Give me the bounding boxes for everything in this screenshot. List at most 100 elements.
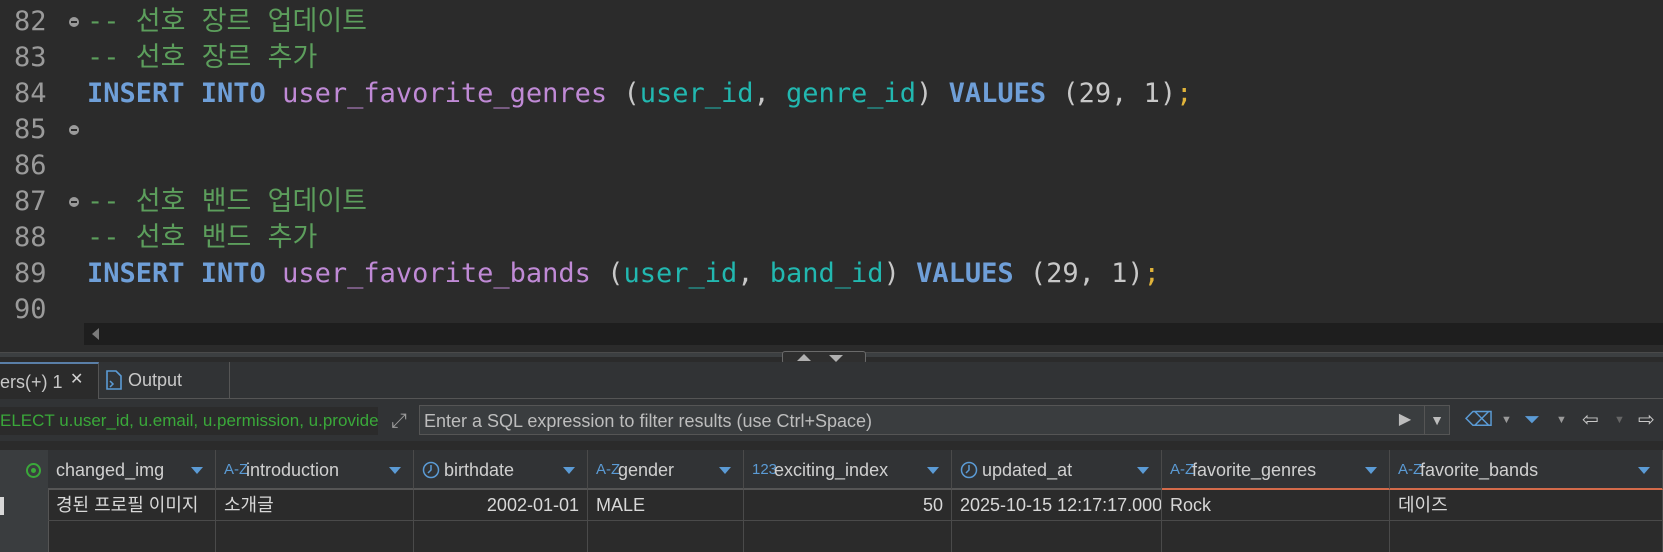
- code-line[interactable]: 83 -- 선호 장르 추가: [0, 40, 1663, 76]
- code-token: (29, 1): [1013, 258, 1144, 289]
- fold-toggle-icon[interactable]: [69, 125, 79, 135]
- fold-toggle-icon[interactable]: [69, 17, 79, 27]
- code-token: -- 선호 장르 업데이트: [87, 6, 367, 37]
- code-token: (: [590, 258, 624, 289]
- column-header-label: introduction: [246, 460, 340, 480]
- filter-expression-input[interactable]: Enter a SQL expression to filter results…: [419, 405, 1429, 435]
- code-line[interactable]: 88 -- 선호 밴드 추가: [0, 220, 1663, 256]
- column-header[interactable]: 123 exciting_index: [744, 450, 952, 490]
- tab-output-label: Output: [128, 370, 183, 390]
- expand-icon[interactable]: ⤢: [386, 409, 412, 433]
- code-line[interactable]: 86: [0, 148, 1663, 184]
- column-header-label: exciting_index: [774, 460, 889, 480]
- table-cell[interactable]: 경된 프로필 이미지: [48, 490, 216, 521]
- sort-dropdown-icon[interactable]: [1365, 467, 1377, 474]
- datetime-type-icon: [960, 450, 978, 488]
- code-text: INSERT INTO user_favorite_genres (user_i…: [87, 76, 1192, 112]
- eraser-icon[interactable]: ⌫: [1465, 407, 1493, 433]
- tab-results[interactable]: ers(+) 1 ✕: [0, 362, 99, 400]
- code-text: -- 선호 장르 업데이트: [87, 4, 367, 40]
- back-arrow-icon[interactable]: ⇦: [1582, 407, 1599, 433]
- line-number: 85: [14, 114, 47, 145]
- close-icon[interactable]: ✕: [70, 360, 83, 400]
- tab-results-label: ers(+) 1: [0, 372, 63, 392]
- filter-history-dropdown[interactable]: ▼: [1424, 405, 1450, 435]
- current-row-marker[interactable]: [0, 497, 4, 515]
- empty-cell: [216, 521, 414, 552]
- code-token: (29, 1): [1046, 78, 1177, 109]
- tab-output[interactable]: Output: [99, 362, 230, 398]
- empty-cell: [952, 521, 1162, 552]
- code-text: -- 선호 밴드 업데이트: [87, 184, 367, 220]
- text-type-icon: A-Z: [224, 461, 249, 478]
- line-number: 87: [14, 186, 47, 217]
- code-token: -- 선호 밴드 추가: [87, 222, 318, 253]
- fold-toggle-icon[interactable]: [69, 197, 79, 207]
- column-header[interactable]: A-Z favorite_genres: [1162, 450, 1390, 490]
- line-number: 86: [14, 150, 47, 181]
- code-line[interactable]: 84 INSERT INTO user_favorite_genres (user…: [0, 76, 1663, 112]
- result-grid[interactable]: changed_img 경된 프로필 이미지 A-Z introduction 소개글 b…: [0, 450, 1663, 552]
- table-cell[interactable]: 2002-01-01: [414, 490, 588, 521]
- editor-horizontal-scrollbar[interactable]: [84, 323, 1663, 345]
- column-header[interactable]: updated_at: [952, 450, 1162, 490]
- scroll-left-icon[interactable]: [92, 328, 99, 340]
- code-token: ): [916, 78, 949, 109]
- line-number: 90: [14, 294, 47, 325]
- table-cell[interactable]: 소개글: [216, 490, 414, 521]
- code-token: ): [883, 258, 917, 289]
- empty-cell: [1162, 521, 1390, 552]
- select-all-icon[interactable]: [26, 463, 41, 478]
- code-text: -- 선호 장르 추가: [87, 40, 317, 76]
- code-token: ,: [753, 78, 787, 109]
- code-line[interactable]: 89 INSERT INTO user_favorite_bands (user_…: [0, 256, 1663, 292]
- empty-cell: [744, 521, 952, 552]
- datetime-type-icon: [422, 450, 440, 488]
- column-header[interactable]: A-Z introduction: [216, 450, 414, 490]
- table-cell[interactable]: 2025-10-15 12:17:17.000: [952, 490, 1162, 521]
- sort-dropdown-icon[interactable]: [719, 467, 731, 474]
- table-cell[interactable]: Rock: [1162, 490, 1390, 521]
- code-token: INSERT INTO: [87, 78, 266, 109]
- result-tab-bar: ers(+) 1 ✕ Output: [0, 362, 1663, 400]
- column-header[interactable]: birthdate: [414, 450, 588, 490]
- code-line[interactable]: 87 -- 선호 밴드 업데이트: [0, 184, 1663, 220]
- back-dropdown-icon[interactable]: ▼: [1614, 407, 1625, 433]
- sort-dropdown-icon[interactable]: [1638, 467, 1650, 474]
- sort-dropdown-icon[interactable]: [389, 467, 401, 474]
- sort-dropdown-icon[interactable]: [927, 467, 939, 474]
- table-cell[interactable]: MALE: [588, 490, 744, 521]
- column-header-label: birthdate: [444, 460, 515, 480]
- line-number: 89: [14, 258, 47, 289]
- table-cell[interactable]: 50: [744, 490, 952, 521]
- column-header[interactable]: A-Z favorite_bands: [1390, 450, 1663, 490]
- query-preview-text[interactable]: ELECT u.user_id, u.email, u.permission, …: [0, 407, 378, 435]
- sort-dropdown-icon[interactable]: [191, 467, 203, 474]
- code-token: genre_id: [786, 78, 917, 109]
- code-token: user_id: [639, 78, 754, 109]
- text-type-icon: A-Z: [1170, 461, 1195, 478]
- sort-dropdown-icon[interactable]: [1137, 467, 1149, 474]
- row-number-column: [0, 450, 49, 552]
- text-type-icon: A-Z: [1398, 461, 1423, 478]
- code-token: VALUES: [948, 78, 1047, 109]
- code-token: -- 선호 장르 추가: [87, 42, 318, 73]
- code-token: user_id: [623, 258, 738, 289]
- code-line[interactable]: 85: [0, 112, 1663, 148]
- play-icon[interactable]: ▶: [1390, 405, 1420, 435]
- output-document-icon: [106, 370, 122, 390]
- table-cell[interactable]: 데이즈: [1390, 490, 1663, 521]
- sql-editor[interactable]: 82 -- 선호 장르 업데이트 83 -- 선호 장르 추가 84 INSERT INT…: [0, 0, 1663, 346]
- code-line[interactable]: 82 -- 선호 장르 업데이트: [0, 4, 1663, 40]
- sort-dropdown-icon[interactable]: [563, 467, 575, 474]
- column-header[interactable]: changed_img: [48, 450, 216, 490]
- column-header-label: gender: [618, 460, 675, 480]
- forward-arrow-icon[interactable]: ⇨: [1638, 407, 1655, 433]
- chevron-up-icon: [797, 354, 811, 361]
- funnel-icon[interactable]: ⏷: [1524, 407, 1540, 433]
- code-token: VALUES: [916, 258, 1014, 289]
- column-header[interactable]: A-Z gender: [588, 450, 744, 490]
- funnel-dropdown-icon[interactable]: ▼: [1556, 407, 1567, 433]
- eraser-dropdown-icon[interactable]: ▼: [1501, 407, 1512, 433]
